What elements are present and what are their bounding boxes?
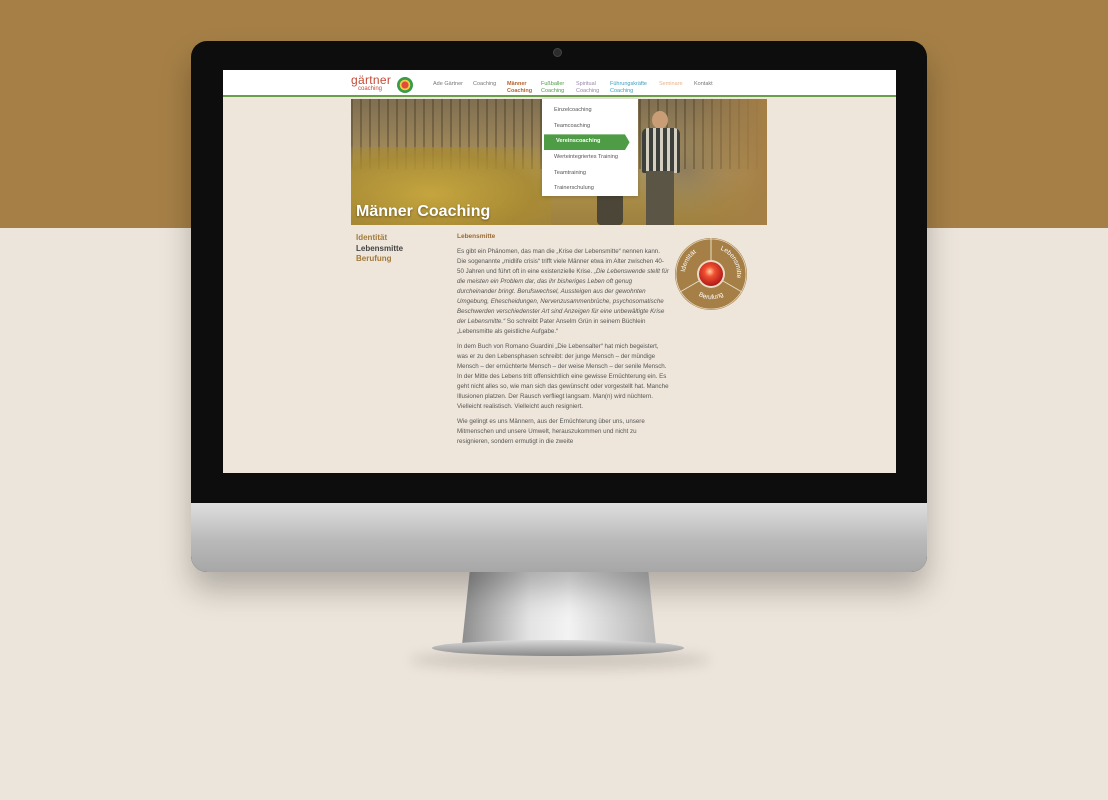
wheel-center-core <box>699 262 723 286</box>
subnav-item-berufung[interactable]: Berufung <box>356 254 403 265</box>
nav-item-spiritual-coaching[interactable]: Spiritual Coaching <box>576 81 599 94</box>
site-header: gärtner coaching Ade Gärtner Coaching Mä… <box>223 70 896 97</box>
nav-item-ade-gaertner[interactable]: Ade Gärtner <box>433 81 463 88</box>
nav-item-maenner-coaching[interactable]: Männer Coaching <box>507 81 532 94</box>
subnav-item-lebensmitte[interactable]: Lebensmitte <box>356 244 403 255</box>
nav-item-fussballer-coaching[interactable]: Fußballer Coaching <box>541 81 564 94</box>
dropdown-item-werteintegriertes-training[interactable]: Werteintegriertes Training <box>542 150 638 166</box>
hero-person-hiker <box>636 111 688 225</box>
dropdown-item-einzelcoaching[interactable]: Einzelcoaching <box>542 103 638 119</box>
logo-target-icon <box>397 77 413 93</box>
article-content: Lebensmitte Es gibt ein Phänomen, das ma… <box>457 233 669 452</box>
dropdown-item-teamcoaching[interactable]: Teamcoaching <box>542 119 638 135</box>
nav-item-fuehrungskraefte-coaching[interactable]: Führungskräfte Coaching <box>610 81 647 94</box>
monitor-chin <box>191 503 927 572</box>
logo-subtext: coaching <box>358 86 383 92</box>
article-paragraph-2: In dem Buch von Romano Guardini „Die Leb… <box>457 343 669 410</box>
page-title: Männer Coaching <box>356 203 491 220</box>
nav-item-coaching[interactable]: Coaching <box>473 81 496 88</box>
life-phase-wheel: Identität Lebensmitte Berufung <box>675 238 748 310</box>
article-paragraph-1: Es gibt ein Phänomen, das man die „Krise… <box>457 248 669 335</box>
nav-item-kontakt[interactable]: Kontakt <box>694 81 713 88</box>
nav-item-seminare[interactable]: Seminare <box>659 81 683 88</box>
dropdown-item-vereinscoaching[interactable]: Vereinscoaching <box>544 134 630 151</box>
article-heading: Lebensmitte <box>457 233 496 240</box>
monitor-stand-foot <box>432 640 684 656</box>
sub-navigation: Identität Lebensmitte Berufung <box>356 233 403 265</box>
monitor-stand-neck <box>462 571 656 645</box>
camera-icon <box>553 48 562 57</box>
dropdown-item-trainerschulung[interactable]: Trainerschulung <box>542 181 638 197</box>
article-paragraph-3: Wie gelingt es uns Männern, aus der Ernü… <box>457 418 645 445</box>
website-screen: gärtner coaching Ade Gärtner Coaching Mä… <box>223 70 896 473</box>
nav-dropdown-menu: Einzelcoaching Teamcoaching Vereinscoach… <box>542 99 638 196</box>
logo-text: gärtner <box>351 73 392 87</box>
subnav-item-identitaet[interactable]: Identität <box>356 233 403 244</box>
dropdown-item-teamtraining[interactable]: Teamtraining <box>542 166 638 182</box>
